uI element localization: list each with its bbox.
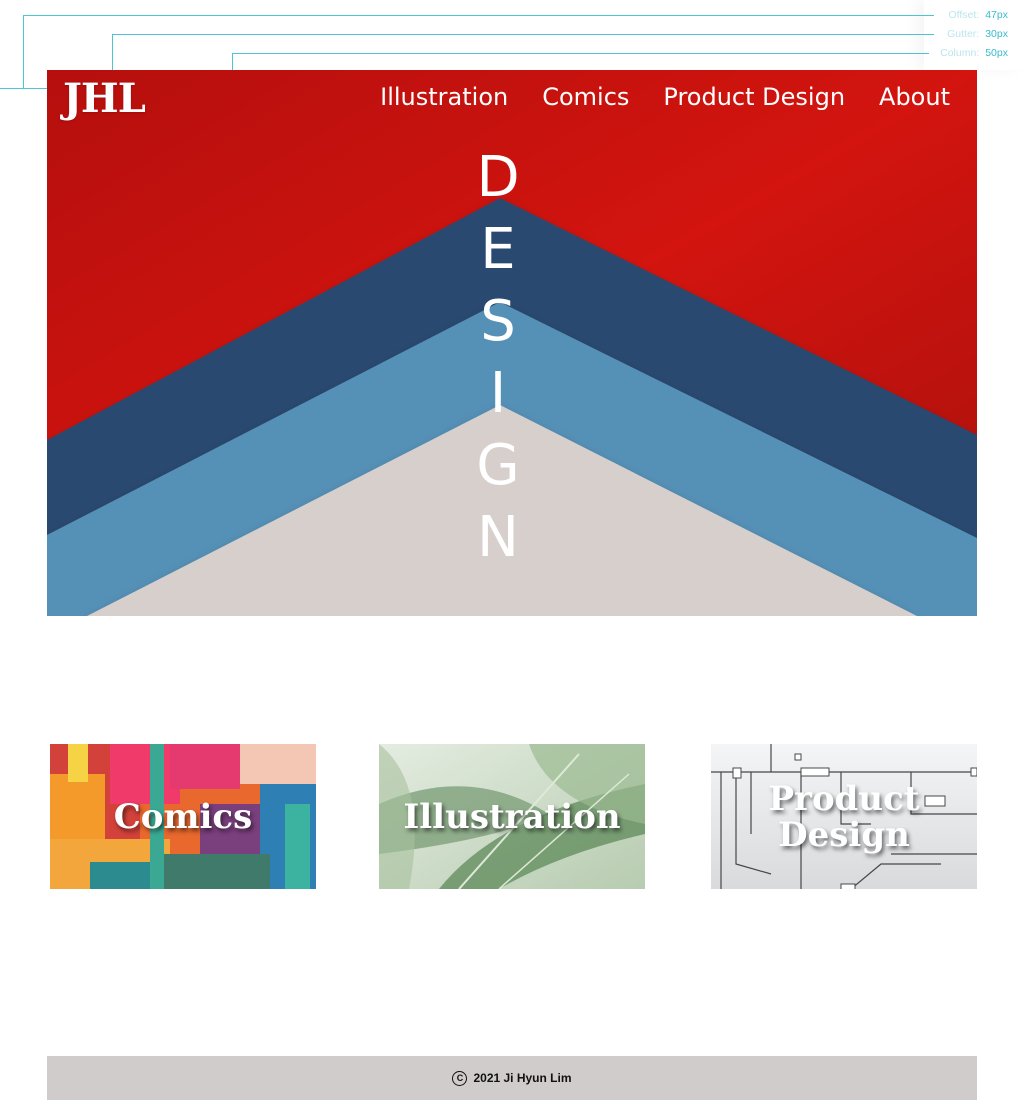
guide-offset-measure bbox=[0, 88, 47, 89]
nav-illustration[interactable]: Illustration bbox=[380, 83, 508, 111]
guide-offset-label: Offset: bbox=[948, 9, 980, 21]
guide-gutter-row: Gutter: 30px bbox=[947, 28, 1008, 40]
hero-banner: JHL Illustration Comics Product Design A… bbox=[47, 70, 977, 616]
guide-offset-row: Offset: 47px bbox=[948, 9, 1008, 21]
hero-letter: D bbox=[476, 145, 520, 210]
guide-gutter-label: Gutter: bbox=[947, 28, 980, 40]
nav-comics[interactable]: Comics bbox=[542, 83, 629, 111]
guide-column-row: Column: 50px bbox=[940, 47, 1008, 59]
copyright-icon: C bbox=[452, 1070, 468, 1086]
main-nav: Illustration Comics Product Design About bbox=[380, 83, 950, 111]
hero-letter: I bbox=[489, 361, 507, 426]
hero-letter: S bbox=[480, 289, 516, 354]
site-logo[interactable]: JHL bbox=[63, 75, 146, 122]
guide-gutter-value: 30px bbox=[985, 28, 1008, 40]
hero-letter: N bbox=[477, 505, 519, 570]
guide-offset-line bbox=[23, 15, 934, 16]
card-illustration-label: Illustration bbox=[403, 796, 621, 837]
guide-column-line bbox=[232, 53, 929, 54]
card-illustration[interactable]: Illustration bbox=[379, 744, 645, 889]
site-footer: C 2021 Ji Hyun Lim bbox=[47, 1056, 977, 1100]
nav-about[interactable]: About bbox=[879, 83, 950, 111]
grid-guides-overlay: Offset: 47px Gutter: 30px Column: 50px bbox=[0, 0, 1024, 89]
guide-column-label: Column: bbox=[940, 47, 980, 59]
hero-letter: E bbox=[480, 217, 516, 282]
hero-title-vertical: D E S I G N bbox=[450, 142, 546, 574]
card-product-design[interactable]: Product Design bbox=[711, 744, 977, 889]
guide-gutter-line bbox=[112, 34, 934, 35]
nav-product-design[interactable]: Product Design bbox=[663, 83, 845, 111]
card-product-design-label: Product Design bbox=[768, 778, 920, 855]
card-comics-label: Comics bbox=[113, 796, 253, 837]
guide-column-value: 50px bbox=[985, 47, 1008, 59]
guide-offset-drop bbox=[23, 15, 24, 88]
card-comics[interactable]: Comics bbox=[50, 744, 316, 889]
guide-offset-value: 47px bbox=[985, 9, 1008, 21]
footer-copyright-text: 2021 Ji Hyun Lim bbox=[473, 1071, 572, 1085]
hero-letter: G bbox=[476, 433, 520, 498]
